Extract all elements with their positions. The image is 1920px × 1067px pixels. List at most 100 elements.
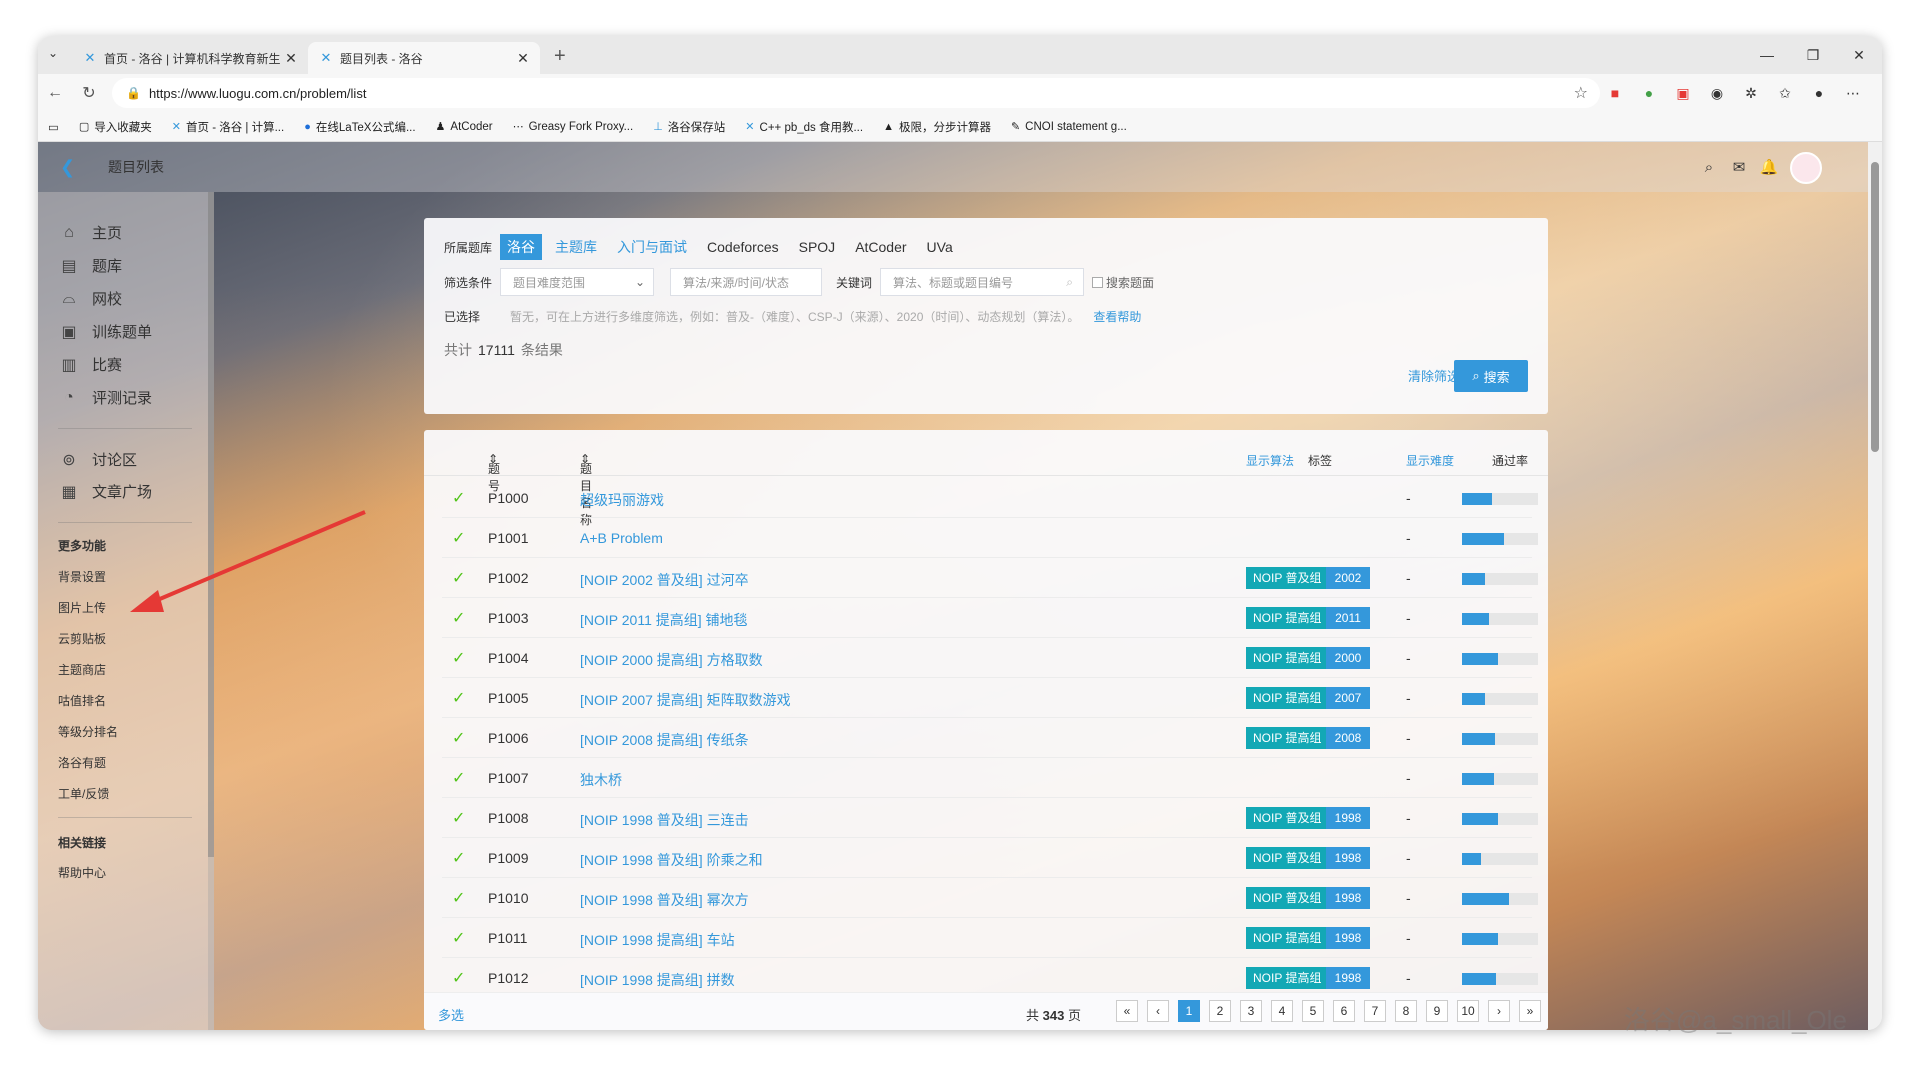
problem-title-link[interactable]: [NOIP 2011 提高组] 铺地毯 [580, 610, 748, 630]
prev-page-icon[interactable]: ‹ [1147, 1000, 1169, 1022]
mail-icon[interactable]: ✉ [1724, 158, 1754, 176]
page-button[interactable]: 10 [1457, 1000, 1479, 1022]
more-menu-icon[interactable]: ⋯ [1836, 85, 1870, 102]
close-tab-icon[interactable]: ✕ [516, 50, 530, 67]
source-tag[interactable]: NOIP 提高组 [1246, 967, 1329, 989]
bookmark-item[interactable]: ⊥ 洛谷保存站 [653, 119, 725, 135]
problem-title-link[interactable]: A+B Problem [580, 530, 663, 546]
lib-luogu-tab[interactable]: 洛谷 [500, 234, 543, 260]
keyword-input[interactable]: 算法、标题或题目编号 ⌕ [880, 268, 1085, 296]
problem-title-link[interactable]: [NOIP 2007 提高组] 矩阵取数游戏 [580, 690, 791, 710]
close-window-button[interactable]: ✕ [1836, 47, 1882, 64]
source-tag[interactable]: NOIP 提高组 [1246, 607, 1329, 629]
minimize-button[interactable]: — [1744, 47, 1790, 63]
new-tab-button[interactable]: + [554, 45, 566, 68]
page-scrollbar-thumb[interactable] [1871, 162, 1879, 452]
lib-codeforces-tab[interactable]: Codeforces [700, 236, 786, 258]
year-tag[interactable]: 2000 [1326, 647, 1370, 669]
restore-button[interactable]: ❐ [1790, 47, 1836, 64]
problem-title-link[interactable]: [NOIP 1998 普及组] 三连击 [580, 810, 749, 830]
sidebar-link-luogu-youti[interactable]: 洛谷有题 [58, 754, 106, 771]
source-tag[interactable]: NOIP 提高组 [1246, 687, 1329, 709]
tab-list-icon[interactable]: ⌄ [48, 46, 58, 60]
extension-icon[interactable]: ▣ [1666, 85, 1700, 102]
search-button[interactable]: ⌕ 搜索 [1454, 360, 1528, 392]
problem-title-link[interactable]: [NOIP 2000 提高组] 方格取数 [580, 650, 763, 670]
source-tag[interactable]: NOIP 普及组 [1246, 567, 1329, 589]
help-link[interactable]: 查看帮助 [1093, 308, 1141, 325]
col-name-header[interactable]: 题目名称 ⇕ [580, 452, 592, 527]
bookmark-star-icon[interactable]: ☆ [1574, 83, 1588, 103]
tab-problem-list[interactable]: ✕ 题目列表 - 洛谷 ✕ [308, 42, 540, 74]
bookmark-item[interactable]: ♟ AtCoder [436, 120, 493, 134]
avatar[interactable] [1790, 152, 1822, 184]
show-difficulty-toggle[interactable]: 显示难度 [1406, 452, 1454, 469]
problem-title-link[interactable]: [NOIP 2008 提高组] 传纸条 [580, 730, 749, 750]
page-button[interactable]: 8 [1395, 1000, 1417, 1022]
algo-source-input[interactable]: 算法/来源/时间/状态 [670, 268, 823, 296]
profile-icon[interactable]: ● [1802, 85, 1836, 101]
back-button[interactable]: ← [38, 84, 72, 102]
bookmark-item[interactable]: ▲ 极限，分步计算器 [883, 119, 991, 135]
problem-title-link[interactable]: [NOIP 1998 普及组] 幂次方 [580, 890, 749, 910]
bell-icon[interactable]: 🔔 [1754, 158, 1784, 176]
problem-title-link[interactable]: [NOIP 2002 普及组] 过河卒 [580, 570, 749, 590]
page-button[interactable]: 1 [1178, 1000, 1200, 1022]
year-tag[interactable]: 1998 [1326, 807, 1370, 829]
bookmark-item[interactable]: ✕ C++ pb_ds 食用教... [745, 119, 863, 135]
difficulty-select[interactable]: 题目难度范围 ⌄ [500, 268, 655, 296]
source-tag[interactable]: NOIP 提高组 [1246, 647, 1329, 669]
bookmark-item[interactable]: ● 在线LaTeX公式编... [304, 119, 415, 135]
first-page-icon[interactable]: « [1116, 1000, 1138, 1022]
page-button[interactable]: 3 [1240, 1000, 1262, 1022]
bookmark-toggle-icon[interactable]: ▭ [48, 120, 59, 134]
multi-select-button[interactable]: 多选 [438, 1005, 464, 1024]
tab-home[interactable]: ✕ 首页 - 洛谷 | 计算机科学教育新生 ✕ [72, 42, 308, 74]
source-tag[interactable]: NOIP 普及组 [1246, 807, 1329, 829]
page-button[interactable]: 4 [1271, 1000, 1293, 1022]
url-input[interactable]: 🔒 https://www.luogu.com.cn/problem/list … [112, 78, 1600, 108]
problem-title-link[interactable]: [NOIP 1998 普及组] 阶乘之和 [580, 850, 763, 870]
col-id-header[interactable]: 题号 ⇕ [488, 452, 500, 493]
extension-icon[interactable]: ◉ [1700, 85, 1734, 102]
year-tag[interactable]: 2008 [1326, 727, 1370, 749]
page-button[interactable]: 5 [1302, 1000, 1324, 1022]
lib-uva-tab[interactable]: UVa [920, 236, 960, 258]
clear-filter-button[interactable]: 清除筛选 [1408, 366, 1460, 385]
page-button[interactable]: 6 [1333, 1000, 1355, 1022]
extension-icon[interactable]: ■ [1598, 85, 1632, 101]
page-button[interactable]: 2 [1209, 1000, 1231, 1022]
search-icon[interactable]: ⌕ [1694, 159, 1724, 176]
year-tag[interactable]: 1998 [1326, 887, 1370, 909]
source-tag[interactable]: NOIP 提高组 [1246, 927, 1329, 949]
source-tag[interactable]: NOIP 提高组 [1246, 727, 1329, 749]
lib-atcoder-tab[interactable]: AtCoder [848, 236, 913, 258]
problem-title-link[interactable]: [NOIP 1998 提高组] 车站 [580, 930, 735, 950]
problem-title-link[interactable]: 独木桥 [580, 770, 622, 790]
lib-intro-tab[interactable]: 入门与面试 [610, 234, 694, 260]
page-button[interactable]: 9 [1426, 1000, 1448, 1022]
year-tag[interactable]: 2011 [1326, 607, 1370, 629]
lib-main-tab[interactable]: 主题库 [548, 234, 604, 260]
bookmark-item[interactable]: ▢ 导入收藏夹 [79, 119, 152, 135]
page-scrollbar[interactable] [1868, 142, 1882, 1030]
last-page-icon[interactable]: » [1519, 1000, 1541, 1022]
favorites-icon[interactable]: ✩ [1768, 85, 1802, 102]
show-algo-toggle[interactable]: 显示算法 [1246, 452, 1294, 469]
source-tag[interactable]: NOIP 普及组 [1246, 887, 1329, 909]
year-tag[interactable]: 1998 [1326, 967, 1370, 989]
bookmark-item[interactable]: ✎ CNOI statement g... [1011, 120, 1127, 134]
bookmark-item[interactable]: ✕ 首页 - 洛谷 | 计算... [172, 119, 284, 135]
bookmark-item[interactable]: ⋯ Greasy Fork Proxy... [513, 120, 634, 134]
sidebar-link-help[interactable]: 帮助中心 [58, 864, 106, 881]
lib-spoj-tab[interactable]: SPOJ [792, 236, 843, 258]
year-tag[interactable]: 1998 [1326, 847, 1370, 869]
year-tag[interactable]: 2007 [1326, 687, 1370, 709]
year-tag[interactable]: 1998 [1326, 927, 1370, 949]
source-tag[interactable]: NOIP 普及组 [1246, 847, 1329, 869]
search-statement-checkbox[interactable]: 搜索题面 [1092, 274, 1154, 291]
next-page-icon[interactable]: › [1488, 1000, 1510, 1022]
year-tag[interactable]: 2002 [1326, 567, 1370, 589]
refresh-button[interactable]: ↻ [72, 83, 106, 103]
problem-title-link[interactable]: 超级玛丽游戏 [580, 490, 664, 510]
